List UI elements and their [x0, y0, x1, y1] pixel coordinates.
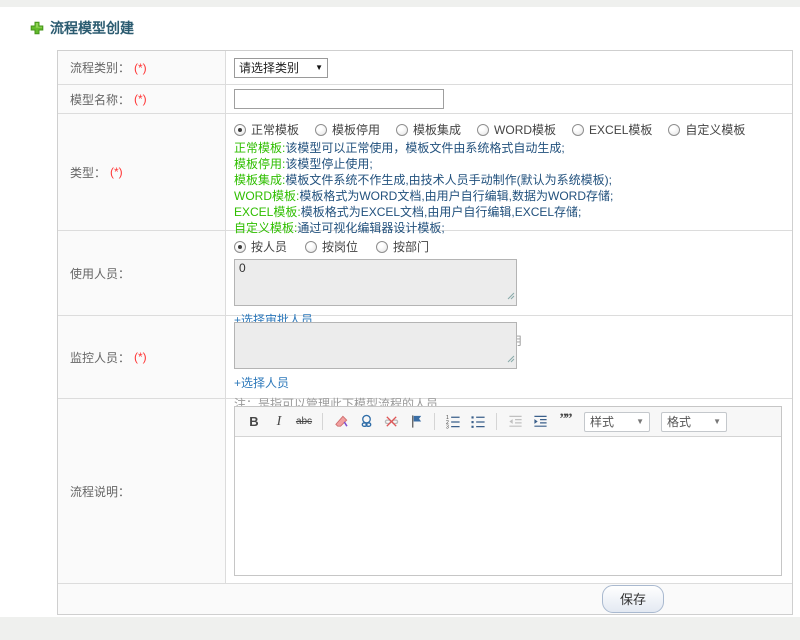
styles-dropdown[interactable]: 样式 ▼	[584, 411, 650, 432]
radio-icon	[477, 123, 490, 136]
type-description-line: 正常模板:该模型可以正常使用，模板文件由系统格式自动生成;	[234, 141, 565, 155]
required-star: (*)	[110, 165, 123, 179]
outdent-icon	[508, 415, 522, 427]
link-icon	[361, 414, 371, 427]
ordered-list-button[interactable]: 1 2 3	[442, 411, 464, 433]
type-label-cell: 类型： (*)	[58, 114, 226, 230]
unordered-list-button[interactable]	[467, 411, 489, 433]
link-button[interactable]	[355, 411, 377, 433]
category-label-cell: 流程类别： (*)	[58, 51, 226, 84]
radio-word-template[interactable]: WORD模板	[477, 121, 556, 138]
radio-custom-template[interactable]: 自定义模板	[668, 121, 745, 138]
eraser-icon	[334, 415, 348, 427]
format-dropdown[interactable]: 格式 ▼	[661, 411, 727, 432]
chevron-down-icon: ▼	[315, 63, 323, 72]
remove-format-button[interactable]	[330, 411, 352, 433]
page-title: 流程模型创建	[50, 20, 134, 36]
select-monitors-link[interactable]: +选择人员	[234, 374, 289, 391]
form-row-users: 使用人员： 按人员 按岗位 按部门 0 +选择审批人员	[58, 231, 792, 348]
users-label-cell: 使用人员：	[58, 231, 226, 315]
editor-toolbar: B I abc 1 2 3 ”” 样式 ▼ 格式 ▼	[235, 407, 781, 437]
type-description-line: 模板集成:模板文件系统不作生成,由技术人员手动制作(默认为系统模板);	[234, 173, 613, 187]
radio-icon	[305, 240, 318, 253]
italic-button[interactable]: I	[268, 411, 290, 433]
radio-by-post[interactable]: 按岗位	[305, 238, 358, 255]
monitors-label-cell: 监控人员： (*)	[58, 316, 226, 398]
svg-text:3: 3	[446, 425, 449, 429]
radio-by-department[interactable]: 按部门	[376, 238, 429, 255]
unlink-button[interactable]	[380, 411, 402, 433]
radio-normal-template[interactable]: 正常模板	[234, 121, 299, 138]
outdent-button[interactable]	[504, 411, 526, 433]
users-textarea[interactable]: 0	[234, 259, 517, 306]
unordered-list-icon	[470, 416, 485, 428]
monitors-label: 监控人员：	[70, 350, 131, 365]
ordered-list-icon: 1 2 3	[446, 415, 460, 429]
name-label-cell: 模型名称： (*)	[58, 85, 226, 113]
chevron-down-icon: ▼	[713, 417, 721, 426]
type-description-line: 模板停用:该模型停止使用;	[234, 157, 373, 171]
description-label: 流程说明：	[70, 484, 131, 499]
blockquote-button[interactable]: ””	[554, 411, 576, 433]
page-header: 流程模型创建	[0, 13, 800, 50]
radio-icon	[572, 123, 585, 136]
category-select[interactable]: 请选择类别 ▼	[234, 57, 328, 78]
radio-by-person[interactable]: 按人员	[234, 238, 287, 255]
form-row-category: 流程类别： (*) 请选择类别 ▼	[58, 51, 792, 85]
radio-template-integrated[interactable]: 模板集成	[396, 121, 461, 138]
form-footer: 保存	[58, 584, 792, 614]
radio-icon	[234, 240, 246, 253]
form-row-monitors: 监控人员： (*) +选择人员 注：是指可以管理此下模型流程的人员	[58, 316, 792, 411]
users-radio-group: 按人员 按岗位 按部门	[234, 238, 784, 255]
radio-icon	[315, 123, 328, 136]
description-label-cell: 流程说明：	[58, 399, 226, 583]
anchor-flag-button[interactable]	[405, 411, 427, 433]
monitors-textarea[interactable]	[234, 322, 517, 369]
radio-icon	[668, 123, 681, 136]
radio-template-disabled[interactable]: 模板停用	[315, 121, 380, 138]
process-model-form: 流程类别： (*) 请选择类别 ▼ 模型名称： (*) 类型： (*) 正常模板…	[57, 50, 793, 615]
model-name-input[interactable]	[234, 89, 444, 109]
name-label: 模型名称：	[70, 92, 131, 107]
type-radio-group: 正常模板 模板停用 模板集成 WORD模板 EXCEL模板 自定义模板	[234, 121, 784, 138]
type-description-line: WORD模板:模板格式为WORD文档,由用户自行编辑,数据为WORD存储;	[234, 189, 614, 203]
toolbar-separator	[322, 413, 323, 430]
content-panel: 流程模型创建 流程类别： (*) 请选择类别 ▼ 模型名称： (*) 类型： (…	[0, 7, 800, 617]
required-star: (*)	[134, 60, 147, 75]
toolbar-separator	[434, 413, 435, 430]
form-row-type: 类型： (*) 正常模板 模板停用 模板集成 WORD模板 EXCEL模板 自定…	[58, 114, 792, 235]
type-label: 类型：	[70, 165, 107, 180]
radio-icon	[234, 123, 246, 136]
indent-button[interactable]	[529, 411, 551, 433]
add-icon	[30, 21, 44, 35]
type-description-line: EXCEL模板:模板格式为EXCEL文档,由用户自行编辑,EXCEL存储;	[234, 205, 582, 219]
form-row-name: 模型名称： (*)	[58, 85, 792, 114]
form-row-description: 流程说明： B I abc 1 2 3 ”” 样式 ▼ 格式 ▼	[58, 399, 792, 584]
unlink-icon	[384, 416, 398, 427]
indent-icon	[533, 415, 547, 427]
chevron-down-icon: ▼	[636, 417, 644, 426]
rich-text-editor: B I abc 1 2 3 ”” 样式 ▼ 格式 ▼	[234, 406, 782, 576]
toolbar-separator	[496, 413, 497, 430]
strikethrough-button[interactable]: abc	[293, 411, 315, 433]
radio-icon	[396, 123, 409, 136]
radio-icon	[376, 240, 389, 253]
required-star: (*)	[134, 350, 147, 364]
flag-icon	[411, 415, 421, 428]
save-button[interactable]: 保存	[601, 585, 664, 613]
category-select-value: 请选择类别	[239, 61, 300, 75]
radio-excel-template[interactable]: EXCEL模板	[572, 121, 652, 138]
bold-button[interactable]: B	[243, 411, 265, 433]
required-star: (*)	[134, 92, 147, 106]
category-label: 流程类别：	[70, 61, 131, 75]
editor-content-area[interactable]	[235, 437, 781, 575]
users-label: 使用人员：	[70, 266, 131, 281]
